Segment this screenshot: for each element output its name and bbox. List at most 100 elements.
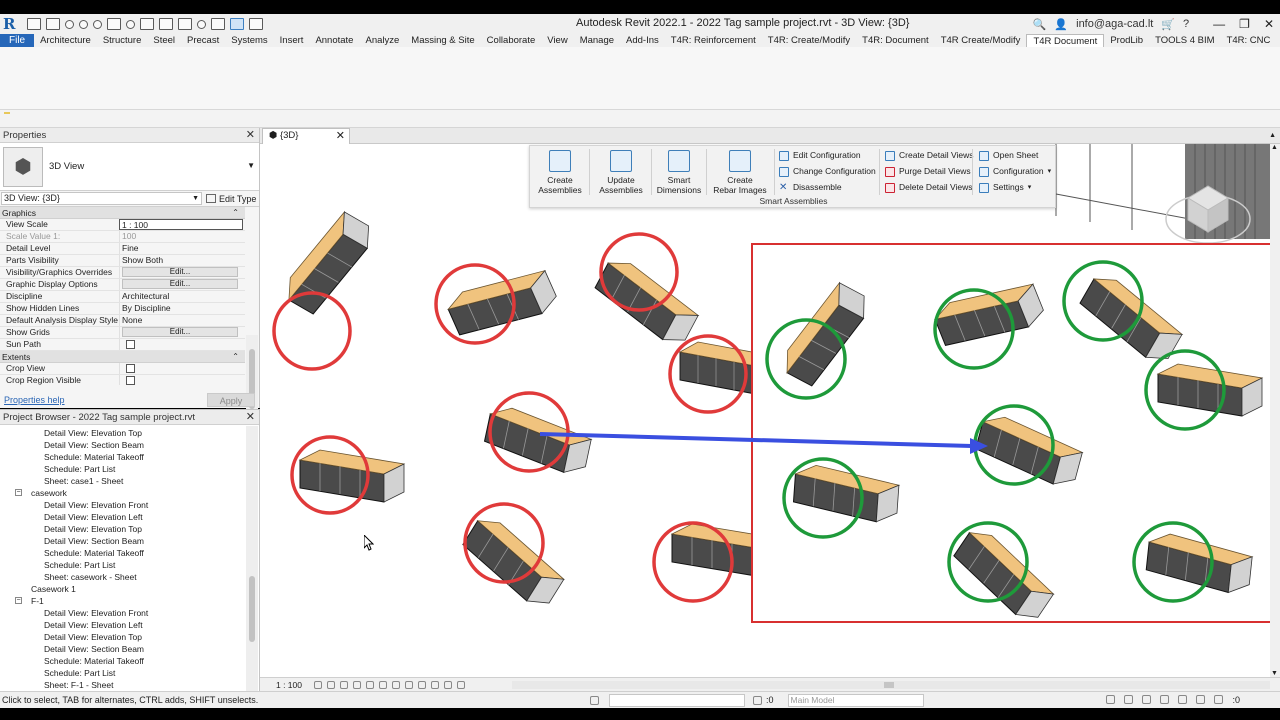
drag-elements-icon[interactable]: [1178, 695, 1188, 704]
select-pinned-icon[interactable]: [1142, 695, 1152, 704]
undo-icon[interactable]: [79, 19, 88, 29]
edit-button[interactable]: Edit...: [122, 279, 238, 289]
ribbon-tab[interactable]: Systems: [225, 34, 273, 47]
casework-red-3[interactable]: [588, 232, 706, 350]
reveal-hidden-icon[interactable]: [431, 680, 439, 689]
ribbon-tab[interactable]: T4R: Document: [856, 34, 935, 47]
browser-item[interactable]: − F-1: [0, 595, 259, 607]
browser-item[interactable]: Sheet: casework - Sheet: [0, 571, 259, 583]
ribbon-tab[interactable]: Collaborate: [481, 34, 542, 47]
edit-button[interactable]: Edit...: [122, 327, 238, 337]
checkbox[interactable]: [126, 376, 135, 385]
close-icon[interactable]: ✕: [246, 128, 255, 143]
apply-button[interactable]: Apply: [207, 393, 255, 407]
measure-icon[interactable]: [126, 19, 135, 29]
casework-red-7[interactable]: [455, 502, 572, 613]
canvas-horizontal-scrollbar[interactable]: [512, 681, 1270, 689]
collapse-icon[interactable]: −: [15, 597, 22, 604]
ribbon-tab[interactable]: Insert: [274, 34, 310, 47]
user-account[interactable]: info@aga-cad.lt: [1076, 18, 1153, 30]
property-value[interactable]: None: [119, 315, 243, 326]
open-sheet-button[interactable]: Open Sheet: [979, 149, 1038, 162]
property-value[interactable]: [119, 375, 243, 385]
design-option-select[interactable]: Main Model: [787, 693, 924, 707]
browser-item[interactable]: Detail View: Section Beam: [0, 439, 259, 451]
drawing-canvas[interactable]: [260, 144, 1270, 677]
close-icon[interactable]: ✕: [246, 410, 255, 425]
browser-item[interactable]: Schedule: Material Takeoff: [0, 451, 259, 463]
sun-path-icon[interactable]: [340, 680, 348, 689]
browser-scrollbar[interactable]: [246, 426, 258, 692]
casework-red-6[interactable]: [290, 435, 405, 515]
browser-item[interactable]: − casework: [0, 487, 259, 499]
redo-icon[interactable]: [93, 19, 102, 29]
ribbon-tab[interactable]: Steel: [147, 34, 181, 47]
collapse-icon[interactable]: ⌃: [232, 207, 239, 219]
worksets-icon[interactable]: [590, 695, 599, 705]
casework-red-2[interactable]: [434, 257, 561, 349]
property-group-header[interactable]: Graphics ⌃: [0, 207, 245, 219]
property-value[interactable]: By Discipline: [119, 303, 243, 314]
browser-item[interactable]: Detail View: Elevation Top: [0, 427, 259, 439]
smart-dimensions-button[interactable]: Smart Dimensions: [655, 150, 703, 195]
scroll-thumb[interactable]: [249, 576, 255, 642]
scroll-thumb[interactable]: [884, 682, 894, 688]
disassemble-button[interactable]: ✕ Disassemble: [779, 181, 842, 194]
tab-3d-view[interactable]: ⬢ {3D} ✕: [262, 128, 350, 144]
sync-icon[interactable]: [65, 19, 74, 29]
ribbon-tab[interactable]: View: [541, 34, 573, 47]
lock-view-icon[interactable]: [405, 680, 413, 689]
search-icon[interactable]: 🔍: [1033, 18, 1047, 31]
checkbox[interactable]: [126, 364, 135, 373]
chevron-down-icon[interactable]: ▼: [247, 161, 255, 170]
edit-configuration-button[interactable]: Edit Configuration: [779, 149, 861, 162]
revit-logo[interactable]: R: [3, 16, 19, 32]
ribbon-tab[interactable]: T4R: Create/Modify: [762, 34, 856, 47]
select-links-icon[interactable]: [1106, 695, 1116, 704]
ribbon-tab[interactable]: Structure: [97, 34, 148, 47]
browser-item[interactable]: Detail View: Elevation Front: [0, 607, 259, 619]
render-icon[interactable]: [366, 680, 374, 689]
property-value[interactable]: Edit...: [119, 267, 243, 278]
cart-icon[interactable]: 🛒: [1161, 18, 1175, 31]
update-assemblies-button[interactable]: Update Assemblies: [596, 150, 646, 195]
ribbon-tab[interactable]: Analyze: [359, 34, 405, 47]
change-configuration-button[interactable]: Change Configuration: [779, 165, 876, 178]
type-selector[interactable]: ⬢ 3D View ▼: [0, 143, 259, 191]
ribbon-tab[interactable]: Modify: [1276, 34, 1280, 47]
switch-windows-icon[interactable]: [249, 18, 263, 30]
browser-item[interactable]: Detail View: Elevation Front: [0, 499, 259, 511]
browser-item[interactable]: Sheet: case1 - Sheet: [0, 475, 259, 487]
casework-red-1[interactable]: [272, 204, 378, 371]
ribbon-tab[interactable]: ProdLib: [1104, 34, 1149, 47]
section-icon[interactable]: [211, 18, 225, 30]
browser-item[interactable]: Detail View: Section Beam: [0, 643, 259, 655]
crop-view-icon[interactable]: [379, 680, 387, 689]
tab-list-icon[interactable]: ▲: [1269, 132, 1276, 139]
scroll-down-icon[interactable]: ▼: [1271, 670, 1278, 677]
save-icon[interactable]: [46, 18, 60, 30]
ribbon-tab[interactable]: TOOLS 4 BIM: [1149, 34, 1220, 47]
settings-button[interactable]: Settings ▾: [979, 181, 1031, 194]
open-icon[interactable]: [27, 18, 41, 30]
property-value[interactable]: Fine: [119, 243, 243, 254]
collapse-icon[interactable]: ⌃: [232, 351, 239, 363]
browser-item[interactable]: Detail View: Elevation Left: [0, 619, 259, 631]
crop-region-icon[interactable]: [392, 680, 400, 689]
ribbon-tab[interactable]: Annotate: [309, 34, 359, 47]
temporary-hide-icon[interactable]: [418, 680, 426, 689]
analytical-model-icon[interactable]: [457, 680, 465, 689]
visual-style-icon[interactable]: [327, 680, 335, 689]
configuration-button[interactable]: Configuration ▾: [979, 165, 1051, 178]
browser-item[interactable]: Schedule: Material Takeoff: [0, 547, 259, 559]
edit-button[interactable]: Edit...: [122, 267, 238, 277]
ribbon-tab[interactable]: T4R: CNC: [1221, 34, 1277, 47]
editing-requests-icon[interactable]: [753, 695, 762, 705]
close-button[interactable]: ✕: [1264, 17, 1274, 31]
property-value[interactable]: [119, 363, 243, 374]
browser-item[interactable]: Casework 1: [0, 583, 259, 595]
file-menu[interactable]: File: [0, 34, 35, 47]
thin-lines-icon[interactable]: [230, 18, 244, 30]
property-value[interactable]: Architectural: [119, 291, 243, 302]
browser-item[interactable]: Schedule: Part List: [0, 667, 259, 679]
